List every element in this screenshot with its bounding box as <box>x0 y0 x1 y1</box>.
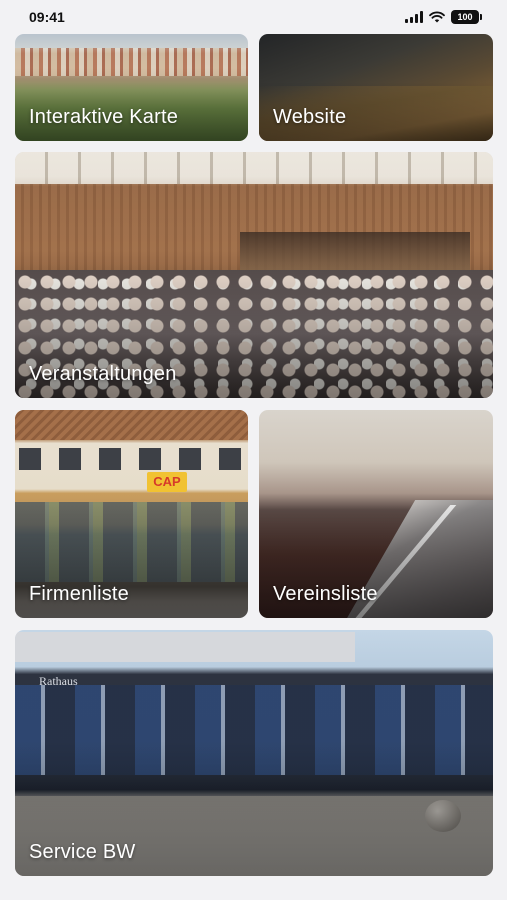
tile-label: Firmenliste <box>29 583 129 605</box>
status-time: 09:41 <box>29 9 65 25</box>
tile-label: Website <box>273 106 347 128</box>
town-photo <box>15 48 248 76</box>
building-windows <box>19 448 244 470</box>
battery-level: 100 <box>457 12 473 22</box>
status-icons: 100 <box>405 9 482 25</box>
cap-store-sign: CAP <box>147 472 187 492</box>
signal-icon <box>405 11 423 23</box>
tile-firmenliste[interactable]: CAP Firmenliste <box>15 410 248 618</box>
tile-vereinsliste[interactable]: Vereinsliste <box>259 410 493 618</box>
status-bar: 09:41 100 <box>0 0 507 34</box>
tile-label: Service BW <box>29 841 136 863</box>
battery-icon: 100 <box>451 10 482 24</box>
hall-ceiling <box>15 152 493 184</box>
tile-label: Veranstaltungen <box>29 363 177 385</box>
tile-website[interactable]: Website <box>259 34 493 141</box>
tile-label: Interaktive Karte <box>29 106 179 128</box>
wifi-icon <box>429 11 445 23</box>
tile-interaktive-karte[interactable]: Interaktive Karte <box>15 34 248 141</box>
building-roof <box>15 632 355 662</box>
tile-label: Vereinsliste <box>273 583 378 605</box>
tile-veranstaltungen[interactable]: Veranstaltungen <box>15 152 493 398</box>
building-roof <box>15 410 248 440</box>
tile-service-bw[interactable]: Rathaus Service BW <box>15 630 493 876</box>
rathaus-sign: Rathaus <box>39 674 78 688</box>
